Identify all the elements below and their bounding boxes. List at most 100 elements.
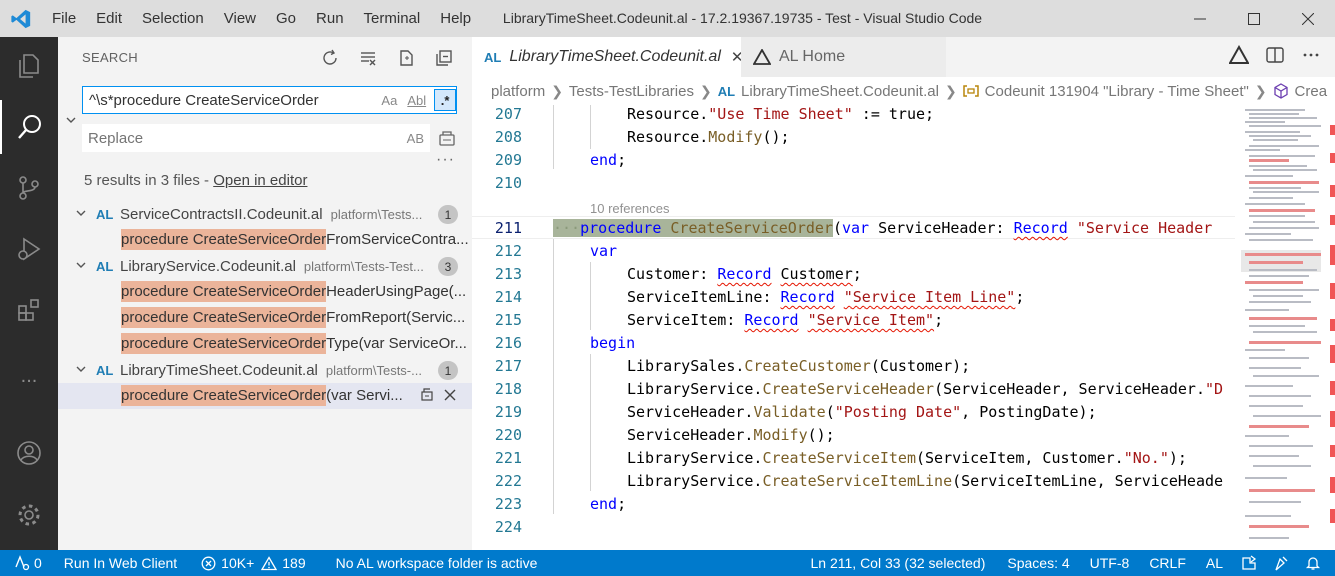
search-field: Aa Abl .* xyxy=(82,86,457,114)
search-sidebar: SEARCH Aa Abl .* AB ··· 5 results in 3 f… xyxy=(58,37,472,550)
preserve-case-toggle[interactable]: AB xyxy=(407,131,424,146)
whole-word-toggle[interactable]: Abl xyxy=(407,93,426,108)
workspace-status[interactable]: No AL workspace folder is active xyxy=(314,550,546,576)
extensions-icon[interactable] xyxy=(0,283,58,337)
menu-file[interactable]: File xyxy=(42,0,86,37)
codeunit-symbol-icon xyxy=(962,84,979,98)
line-number: 211 xyxy=(494,219,522,237)
overview-ruler-marker xyxy=(1330,345,1335,363)
code-editor[interactable]: 207 Resource."Use Time Sheet" := true; 20… xyxy=(472,105,1235,550)
ports-count: 0 xyxy=(34,555,42,571)
code-line: 216 begin xyxy=(472,332,1235,355)
result-file-row[interactable]: AL LibraryTimeSheet.Codeunit.al platform\… xyxy=(58,357,472,383)
clear-results-icon[interactable] xyxy=(356,46,380,70)
refresh-icon[interactable] xyxy=(318,46,342,70)
dismiss-icon[interactable] xyxy=(444,388,456,405)
eol-status[interactable]: CRLF xyxy=(1141,550,1198,576)
match-context: HeaderUsingPage(... xyxy=(326,283,467,300)
code-line: 222 LibraryService.CreateServiceItemLine(… xyxy=(472,470,1235,493)
menu-selection[interactable]: Selection xyxy=(132,0,214,37)
match-context: FromServiceContra... xyxy=(326,231,469,248)
close-window-button[interactable] xyxy=(1281,0,1335,37)
toggle-replace-chevron-icon[interactable] xyxy=(62,111,80,129)
manage-gear-icon[interactable] xyxy=(0,488,58,542)
maximize-button[interactable] xyxy=(1227,0,1281,37)
open-in-editor-link[interactable]: Open in editor xyxy=(213,172,307,189)
result-match-row-selected[interactable]: procedure CreateServiceOrder(var Servi..… xyxy=(58,383,472,409)
search-icon[interactable] xyxy=(0,100,58,154)
line-number: 213 xyxy=(494,265,522,283)
minimap[interactable] xyxy=(1235,105,1335,550)
minimize-button[interactable] xyxy=(1173,0,1227,37)
accounts-icon[interactable] xyxy=(0,426,58,480)
match-highlight: procedure CreateServiceOrder xyxy=(121,229,327,250)
match-case-toggle[interactable]: Aa xyxy=(381,93,397,108)
codelens-references[interactable]: 10 references xyxy=(590,201,670,216)
search-input[interactable] xyxy=(83,91,372,109)
overview-ruler-marker xyxy=(1330,319,1335,331)
toggle-search-details-button[interactable]: ··· xyxy=(436,151,455,169)
split-editor-icon[interactable] xyxy=(1265,45,1285,69)
method-symbol-icon xyxy=(1273,83,1289,99)
menu-run[interactable]: Run xyxy=(306,0,354,37)
menu-go[interactable]: Go xyxy=(266,0,306,37)
code-line: 223 end; xyxy=(472,493,1235,516)
tab-library-time-sheet[interactable]: AL LibraryTimeSheet.Codeunit.al ✕ xyxy=(472,37,743,77)
more-actions-icon[interactable] xyxy=(1301,45,1321,69)
breadcrumb-codeunit[interactable]: Codeunit 131904 "Library - Time Sheet" xyxy=(985,83,1249,100)
result-match-row[interactable]: procedure CreateServiceOrderType(var Ser… xyxy=(58,331,472,357)
source-control-icon[interactable] xyxy=(0,161,58,215)
ports-status[interactable]: 0 xyxy=(0,550,50,576)
explorer-icon[interactable] xyxy=(0,39,58,93)
cursor-position[interactable]: Ln 211, Col 33 (32 selected) xyxy=(803,550,1000,576)
breadcrumb-file[interactable]: LibraryTimeSheet.Codeunit.al xyxy=(741,83,939,100)
overview-ruler-marker xyxy=(1330,185,1335,197)
overview-ruler-marker xyxy=(1330,477,1335,493)
more-icon[interactable]: ... xyxy=(0,349,58,403)
line-number: 220 xyxy=(494,426,522,444)
menu-help[interactable]: Help xyxy=(430,0,481,37)
result-match-row[interactable]: procedure CreateServiceOrderFromServiceC… xyxy=(58,227,472,253)
run-in-web-client-button[interactable]: Run In Web Client xyxy=(50,550,185,576)
notifications-bell-icon[interactable] xyxy=(1297,550,1335,576)
al-explorer-icon[interactable] xyxy=(1228,44,1250,69)
language-mode[interactable]: AL xyxy=(1198,550,1233,576)
result-match-row[interactable]: procedure CreateServiceOrderFromReport(S… xyxy=(58,305,472,331)
new-search-editor-icon[interactable] xyxy=(394,46,418,70)
overview-ruler-marker xyxy=(1330,153,1335,163)
breadcrumb-procedure[interactable]: Crea xyxy=(1295,83,1328,100)
breadcrumb-platform[interactable]: platform xyxy=(491,83,545,100)
result-match-row[interactable]: procedure CreateServiceOrderHeaderUsingP… xyxy=(58,279,472,305)
collapse-all-icon[interactable] xyxy=(432,46,456,70)
code-line: 207 Resource."Use Time Sheet" := true; xyxy=(472,105,1235,126)
match-context: (var Servi... xyxy=(326,387,403,404)
menu-view[interactable]: View xyxy=(214,0,266,37)
menu-terminal[interactable]: Terminal xyxy=(354,0,431,37)
replace-input[interactable] xyxy=(88,129,368,147)
indentation-status[interactable]: Spaces: 4 xyxy=(999,550,1081,576)
breadcrumb-tests-testlibraries[interactable]: Tests-TestLibraries xyxy=(569,83,694,100)
result-count-badge: 1 xyxy=(438,361,458,380)
line-number: 208 xyxy=(494,128,522,146)
replace-icon[interactable] xyxy=(420,386,434,406)
live-share-icon[interactable] xyxy=(1233,550,1265,576)
line-number: 210 xyxy=(494,174,522,192)
code-line: 212 var xyxy=(472,240,1235,263)
result-count-badge: 1 xyxy=(438,205,458,224)
result-file-row[interactable]: AL ServiceContractsII.Codeunit.al platfor… xyxy=(58,201,472,227)
line-number: 223 xyxy=(494,495,522,513)
line-number: 214 xyxy=(494,288,522,306)
tab-label: LibraryTimeSheet.Codeunit.al xyxy=(509,48,721,65)
encoding-status[interactable]: UTF-8 xyxy=(1082,550,1142,576)
replace-all-icon[interactable] xyxy=(436,127,458,149)
run-debug-icon[interactable] xyxy=(0,222,58,276)
feedback-icon[interactable] xyxy=(1265,550,1297,576)
editor-tabs: AL LibraryTimeSheet.Codeunit.al ✕ AL Hom… xyxy=(472,37,1335,77)
result-file-name: LibraryService.Codeunit.al xyxy=(120,257,296,275)
tab-al-home[interactable]: AL Home xyxy=(741,37,946,77)
menu-edit[interactable]: Edit xyxy=(86,0,132,37)
problems-status[interactable]: 10K+ 189 xyxy=(185,550,313,576)
result-file-row[interactable]: AL LibraryService.Codeunit.al platform\Te… xyxy=(58,253,472,279)
regex-toggle[interactable]: .* xyxy=(434,89,456,111)
overview-ruler-marker xyxy=(1330,411,1335,427)
